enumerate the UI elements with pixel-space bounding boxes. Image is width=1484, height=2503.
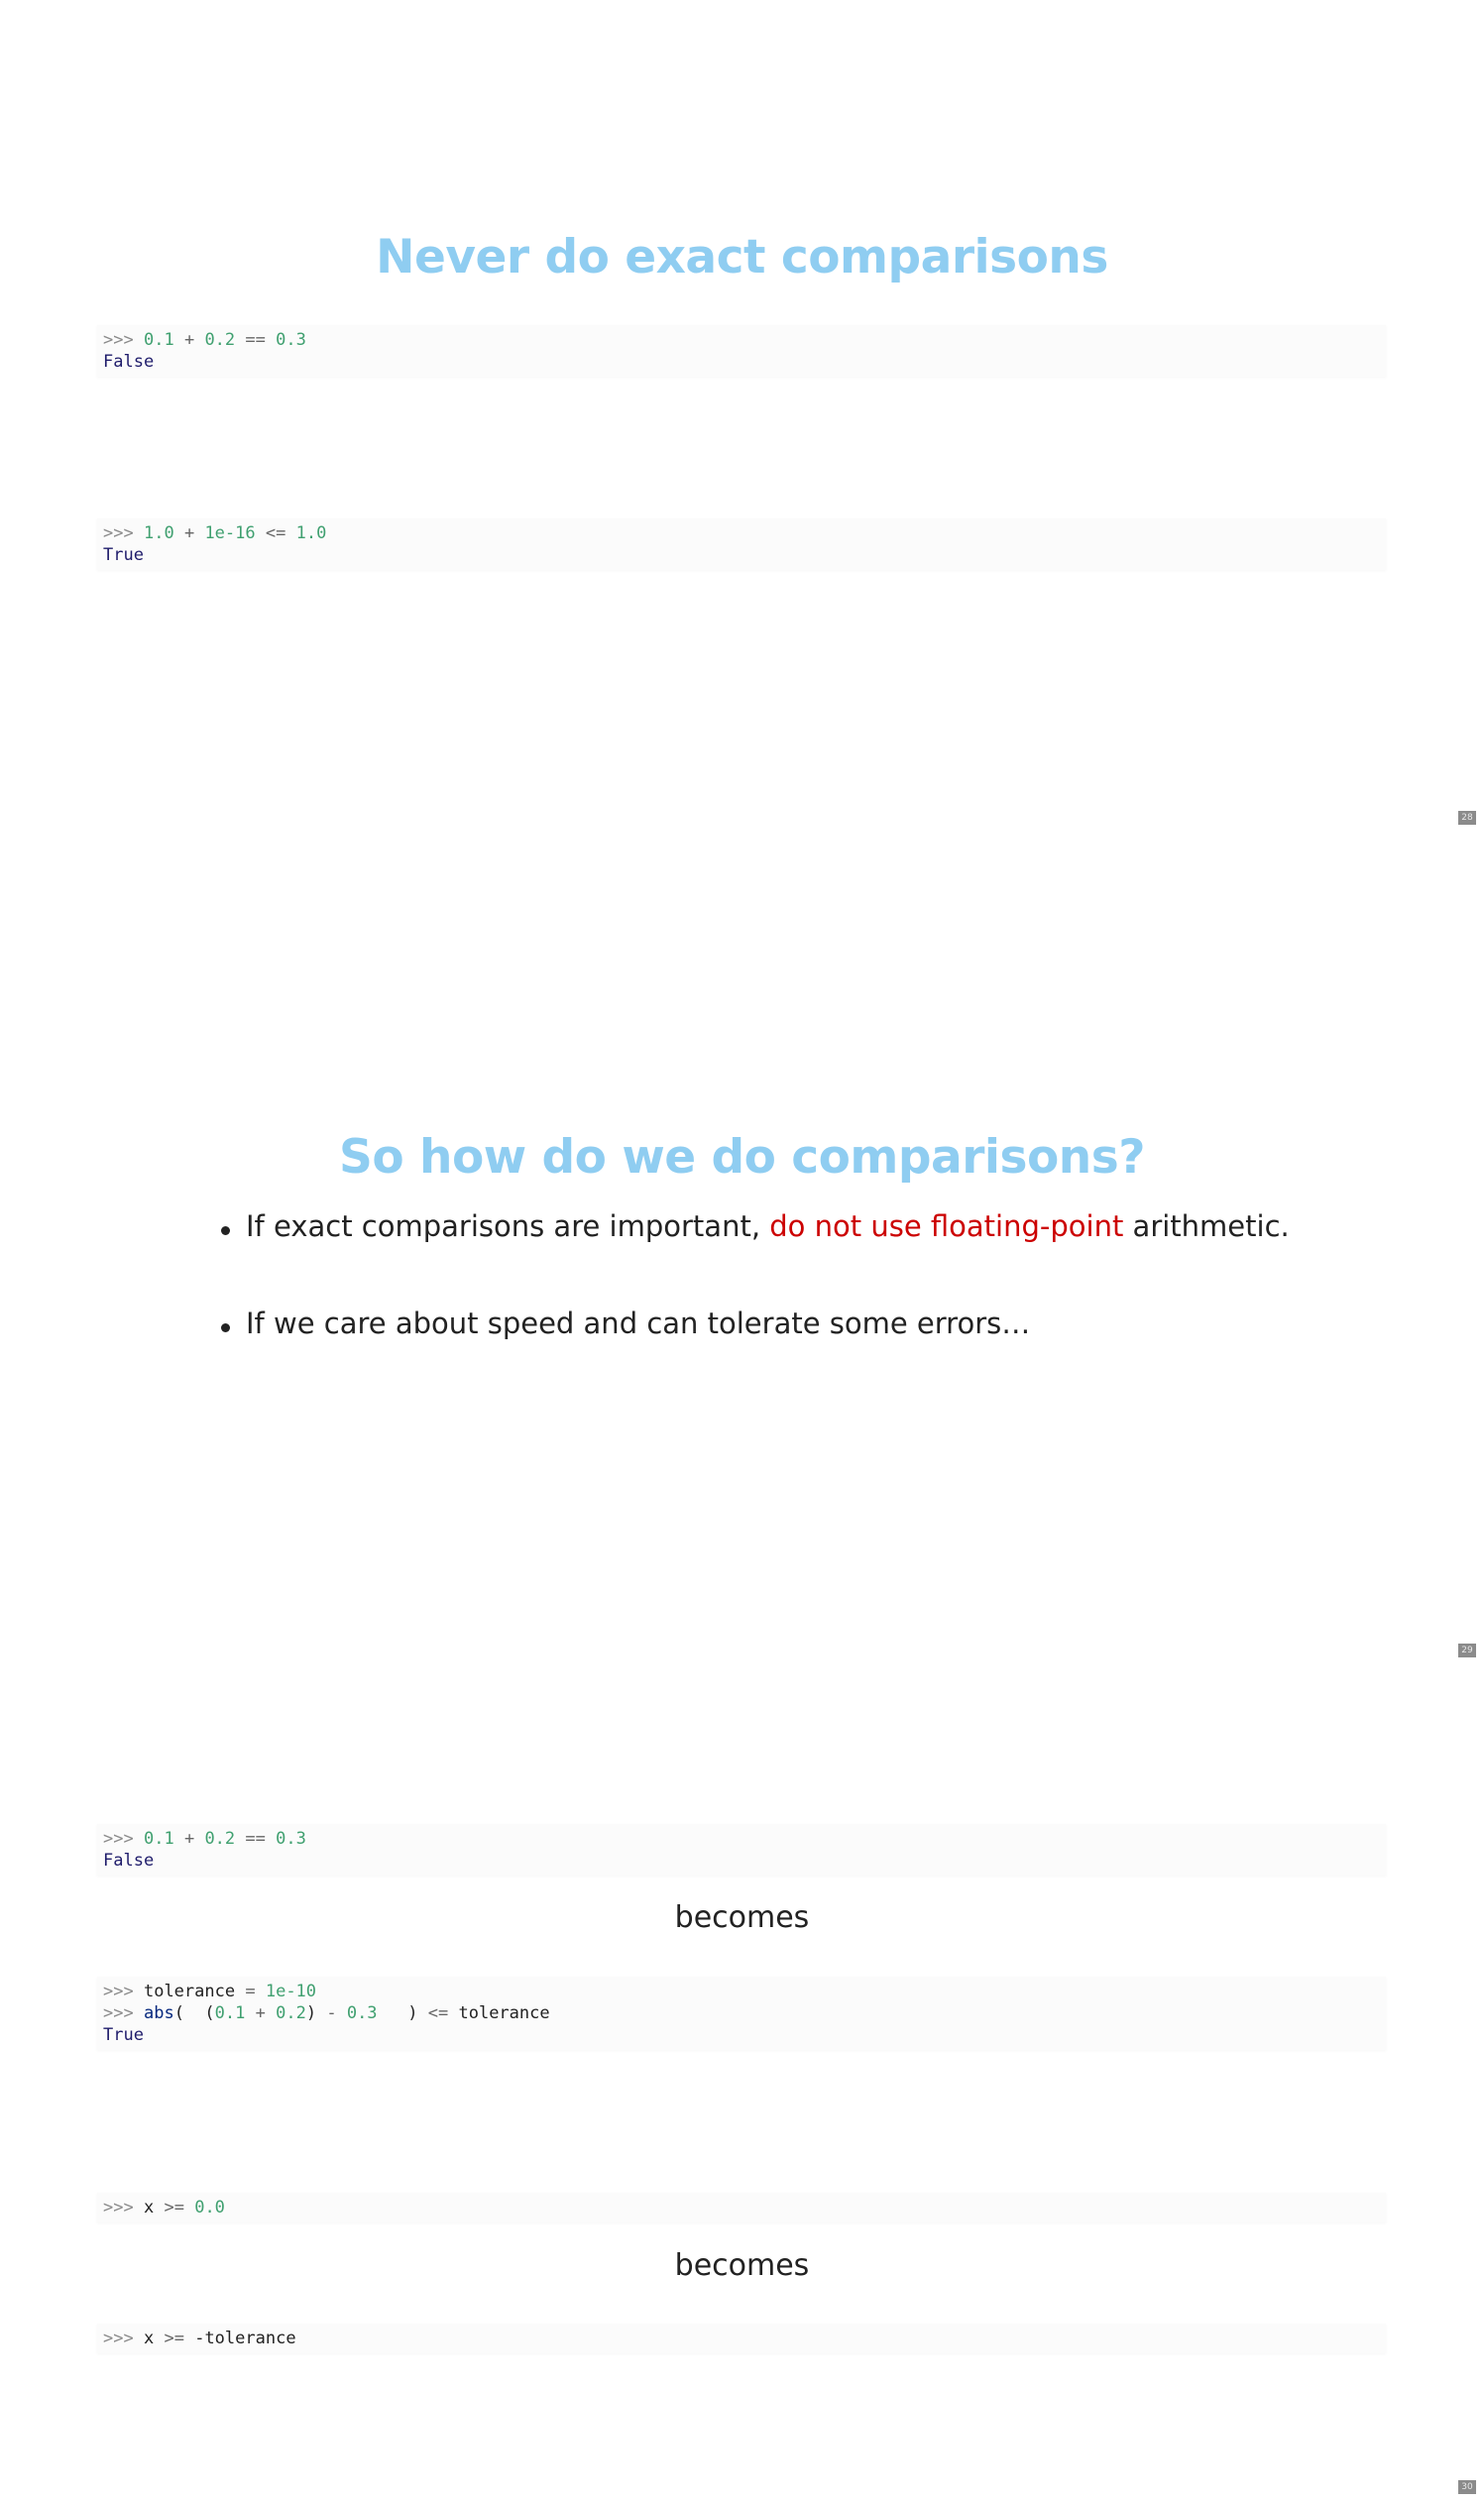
code-block: >>> x >= 0.0: [97, 2193, 1386, 2222]
bullet-text: If exact comparisons are important,: [246, 1209, 770, 1243]
slide-30: >>> 0.1 + 0.2 == 0.3 False becomes >>> t…: [0, 1665, 1484, 2503]
code-punctuation: ): [305, 2003, 317, 2023]
code-number: 0.3: [276, 330, 306, 350]
code-punctuation: ): [377, 2003, 418, 2023]
code-operator: >=: [164, 2198, 184, 2218]
code-identifier: x: [143, 2198, 155, 2218]
code-prompt: >>>: [103, 1982, 134, 2001]
code-prompt: >>>: [103, 2329, 134, 2348]
code-number: 0.1: [143, 330, 174, 350]
code-prompt: >>>: [103, 2003, 134, 2023]
code-identifier: x: [143, 2329, 155, 2348]
slide-title: So how do we do comparisons?: [338, 1130, 1146, 1185]
code-output: True: [103, 545, 144, 565]
slide-title: Never do exact comparisons: [376, 230, 1108, 284]
page-number: 28: [1458, 811, 1476, 825]
code-operator: +: [183, 330, 195, 350]
code-number: 0.1: [143, 1829, 174, 1849]
code-output: False: [103, 352, 155, 372]
code-number: 1e-10: [265, 1982, 317, 2001]
code-output: False: [103, 1851, 155, 1871]
highlighted-text: do not use floating-point: [769, 1209, 1124, 1243]
code-block: >>> 1.0 + 1e-16 <= 1.0 True: [97, 518, 1386, 570]
becomes-label: becomes: [674, 2248, 810, 2283]
code-prompt: >>>: [103, 2198, 134, 2218]
code-operator: <=: [265, 523, 286, 543]
code-operator: +: [255, 2003, 266, 2023]
code-number: 0.2: [276, 2003, 306, 2023]
code-block: >>> 0.1 + 0.2 == 0.3 False: [97, 1824, 1386, 1876]
code-function: abs: [143, 2003, 174, 2023]
code-operator: =: [245, 1982, 256, 2001]
code-operator: ==: [245, 1829, 266, 1849]
code-operator: +: [183, 1829, 195, 1849]
slide-29: So how do we do comparisons? If exact co…: [0, 833, 1484, 1665]
slide-28: Never do exact comparisons >>> 0.1 + 0.2…: [0, 0, 1484, 833]
code-operator: -: [326, 2003, 337, 2023]
code-block: >>> 0.1 + 0.2 == 0.3 False: [97, 325, 1386, 377]
code-operator: <=: [427, 2003, 449, 2023]
bullet-text: If we care about speed and can tolerate …: [246, 1307, 1031, 1340]
code-number: 1.0: [295, 523, 327, 543]
page-number: 30: [1458, 2480, 1476, 2494]
code-number: 0.0: [194, 2198, 225, 2218]
code-number: 1.0: [143, 523, 174, 543]
page-number: 29: [1458, 1644, 1476, 1657]
bullet-item: If exact comparisons are important, do n…: [216, 1209, 1307, 1243]
code-operator: >=: [164, 2329, 184, 2348]
code-number: 0.2: [204, 1829, 236, 1849]
code-identifier: tolerance: [143, 1982, 236, 2001]
code-prompt: >>>: [103, 330, 134, 350]
code-operator: ==: [245, 330, 266, 350]
bullet-item: If we care about speed and can tolerate …: [216, 1307, 1307, 1340]
code-punctuation: ( (: [173, 2003, 215, 2023]
code-number: 0.1: [214, 2003, 246, 2023]
bullet-list: If exact comparisons are important, do n…: [216, 1209, 1307, 1340]
bullet-text: arithmetic.: [1123, 1209, 1290, 1243]
code-number: 0.3: [276, 1829, 306, 1849]
code-number: 0.2: [204, 330, 236, 350]
code-identifier: tolerance: [458, 2003, 550, 2023]
code-block: >>> x >= -tolerance: [97, 2324, 1386, 2353]
code-output: True: [103, 2025, 144, 2045]
code-prompt: >>>: [103, 523, 134, 543]
code-number: 1e-16: [204, 523, 256, 543]
code-block: >>> tolerance = 1e-10 >>> abs( (0.1 + 0.…: [97, 1977, 1386, 2050]
code-identifier: -tolerance: [194, 2329, 296, 2348]
code-prompt: >>>: [103, 1829, 134, 1849]
code-number: 0.3: [346, 2003, 378, 2023]
becomes-label: becomes: [674, 1900, 810, 1935]
code-operator: +: [183, 523, 195, 543]
